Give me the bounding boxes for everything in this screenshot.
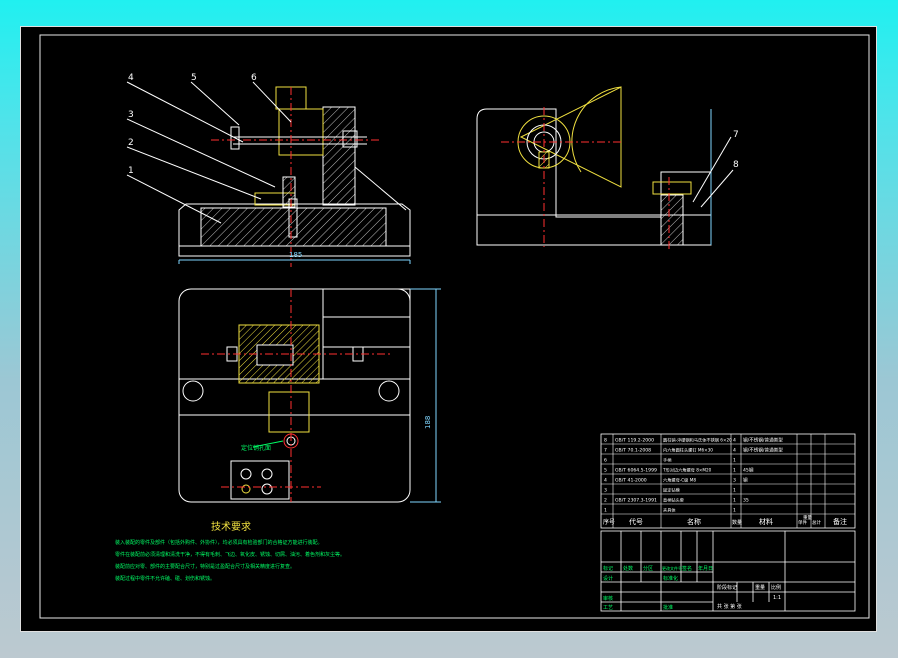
bom-cell-material: 钢/不锈钢/普通类型 xyxy=(743,447,783,454)
bom-cell-name: 固定钻模 xyxy=(663,487,681,494)
bom-header-unit-total: 总计 xyxy=(812,519,821,526)
side-view xyxy=(476,86,734,252)
bom-cell-code: GB/T 41-2000 xyxy=(615,478,647,484)
bom-cell-no: 7 xyxy=(604,448,607,454)
tb-scale-value: 1:1 xyxy=(773,595,781,601)
bom-cell-no: 2 xyxy=(604,498,607,504)
bom-header-code: 代号 xyxy=(629,517,643,526)
bom-cell-code: GB/T 70.1-2008 xyxy=(615,448,651,454)
bom-cell-name: 直柄钻头套 xyxy=(663,497,685,504)
tech-requirements: 技术要求 装入装配的零件及部件（包括外购件、外协件），均必须具有检验部门的合格证… xyxy=(115,520,345,582)
tb-stage: 阶段标记 xyxy=(717,584,737,591)
inner-frame xyxy=(39,34,870,619)
tb-scale: 比例 xyxy=(771,584,781,591)
bom-header-qty: 数量 xyxy=(732,519,742,526)
callout-8: 8 xyxy=(733,160,739,170)
bom-cell-qty: 1 xyxy=(733,468,736,474)
bom-header-remark: 备注 xyxy=(833,517,847,526)
bom-cell-no: 6 xyxy=(604,458,607,464)
tb-sheets: 共 张 第 张 xyxy=(717,603,742,610)
tech-title: 技术要求 xyxy=(211,520,251,533)
bom-cell-material: 45钢 xyxy=(743,467,754,474)
drawing-sheet: 4 5 6 3 2 1 185 7 8 188 定位销孔面 技术要求 装入装配的… xyxy=(20,26,877,632)
bom-header-weight: 重量 xyxy=(803,514,812,521)
tb-sign: 签名 xyxy=(682,565,692,572)
bom-cell-qty: 1 xyxy=(733,458,736,464)
tb-zone: 分区 xyxy=(643,565,653,572)
callout-7: 7 xyxy=(733,130,739,140)
tech-line-4: 装配过程中零件不允许磕、碰、划伤和锈蚀。 xyxy=(115,575,215,582)
tb-process: 工艺 xyxy=(603,605,613,611)
bom-cell-code: GB/T 6064.5-1999 xyxy=(615,468,657,474)
bom-cell-qty: 1 xyxy=(733,508,736,514)
callout-5: 5 xyxy=(191,73,197,83)
top-view-label: 定位销孔面 xyxy=(241,444,271,452)
bom-cell-qty: 1 xyxy=(733,488,736,494)
bom-cell-name: 夹具体 xyxy=(663,507,676,514)
bom-header-material: 材料 xyxy=(759,517,773,526)
bom-cell-name: 圆柱销-淬硬钢和马氏体不锈钢 6×20 xyxy=(663,437,732,444)
bom-cell-name: T形对边六角螺母 8×M20 xyxy=(662,467,712,474)
bom-cell-no: 3 xyxy=(604,488,607,494)
tech-line-1: 装入装配的零件及部件（包括外购件、外协件），均必须具有检验部门的合格证方能进行装… xyxy=(115,539,323,546)
tb-weight: 重量 xyxy=(755,584,765,591)
bom-cell-qty: 4 xyxy=(733,448,736,454)
bom-cell-material: 钢 xyxy=(743,477,748,484)
tb-standard: 标准化 xyxy=(663,575,678,582)
bom-cell-material: 钢/不锈钢/普通类型 xyxy=(743,437,783,444)
tech-line-3: 装配前应对零、部件的主要配合尺寸，特别是过盈配合尺寸及相关精度进行复查。 xyxy=(115,563,295,570)
bom-cell-name: 内六角圆柱头螺钉 M6×30 xyxy=(663,447,713,454)
bom-cell-no: 5 xyxy=(604,468,607,474)
dim-top-height: 188 xyxy=(424,416,432,429)
bom-cell-name: 六角螺母-C级 M8 xyxy=(663,477,696,484)
bom-cell-no: 4 xyxy=(604,478,607,484)
bom-cell-no: 1 xyxy=(604,508,607,514)
dim-front-width: 185 xyxy=(289,251,302,259)
base-hatch xyxy=(200,207,387,247)
tb-design: 设计 xyxy=(603,575,613,582)
bom-cell-code: GB/T 119.2-2000 xyxy=(615,438,654,444)
callout-4: 4 xyxy=(128,73,134,83)
tb-review: 审核 xyxy=(603,595,613,602)
bom-cell-name: 手柄 xyxy=(663,457,671,464)
bom-header-name: 名称 xyxy=(687,517,701,526)
callout-6: 6 xyxy=(251,73,257,83)
front-view xyxy=(126,81,411,267)
bom-cell-no: 8 xyxy=(604,438,607,444)
title-block xyxy=(600,530,856,612)
tb-file: 更改文件号 xyxy=(662,565,682,571)
bom-table: 8 GB/T 119.2-2000 圆柱销-淬硬钢和马氏体不锈钢 6×20 4 钢/不锈… xyxy=(600,433,856,529)
bom-cell-code: GB/T 2307.3-1991 xyxy=(615,498,657,504)
tb-date: 年月日 xyxy=(698,565,713,572)
tb-count: 处数 xyxy=(623,565,633,572)
bom-cell-qty: 3 xyxy=(733,478,736,484)
tech-line-2: 零件在装配前必须清理和清洗干净，不得有毛刺、飞边、氧化皮、锈蚀、切屑、油污、着色… xyxy=(115,551,345,558)
tb-mark: 标记 xyxy=(603,565,613,572)
bom-cell-qty: 1 xyxy=(733,498,736,504)
tb-approve: 批准 xyxy=(663,604,673,611)
bom-cell-qty: 4 xyxy=(733,438,736,444)
bom-cell-material: 35 xyxy=(743,498,749,504)
callout-2: 2 xyxy=(128,138,134,148)
callout-1: 1 xyxy=(128,166,134,176)
bom-header-no: 序号 xyxy=(603,518,615,526)
callout-3: 3 xyxy=(128,110,134,120)
cad-drawing: 4 5 6 3 2 1 185 7 8 188 定位销孔面 技术要求 装入装配的… xyxy=(39,34,870,619)
top-view xyxy=(178,288,441,503)
